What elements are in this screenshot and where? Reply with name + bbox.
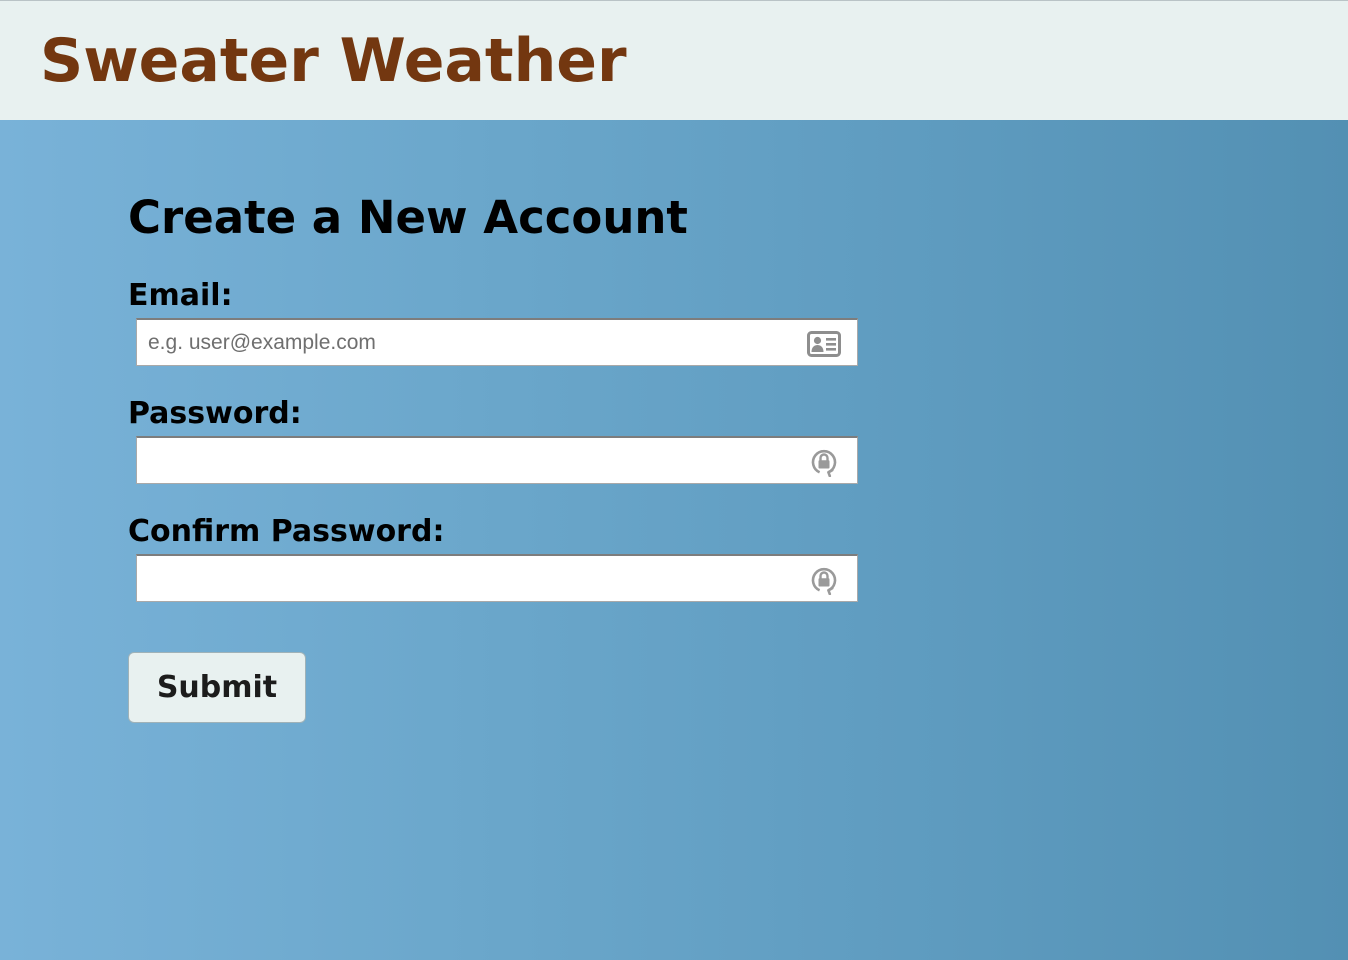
password-key-icon[interactable] <box>807 447 841 477</box>
confirm-password-field-box <box>136 554 858 602</box>
email-field[interactable] <box>137 320 797 366</box>
password-label: Password: <box>128 396 302 431</box>
site-title: Sweater Weather <box>40 26 627 96</box>
form-title: Create a New Account <box>128 191 688 244</box>
email-label: Email: <box>128 278 233 313</box>
password-field-box <box>136 436 858 484</box>
password-field[interactable] <box>137 438 797 484</box>
email-field-box <box>136 318 858 366</box>
password-key-icon[interactable] <box>807 565 841 595</box>
site-header: Sweater Weather <box>0 1 1348 120</box>
signup-form: Create a New Account Email: Password: Co… <box>128 120 888 820</box>
contact-card-icon[interactable] <box>807 329 841 359</box>
submit-button[interactable]: Submit <box>128 652 306 723</box>
confirm-password-label: Confirm Password: <box>128 514 445 549</box>
confirm-password-field[interactable] <box>137 556 797 602</box>
